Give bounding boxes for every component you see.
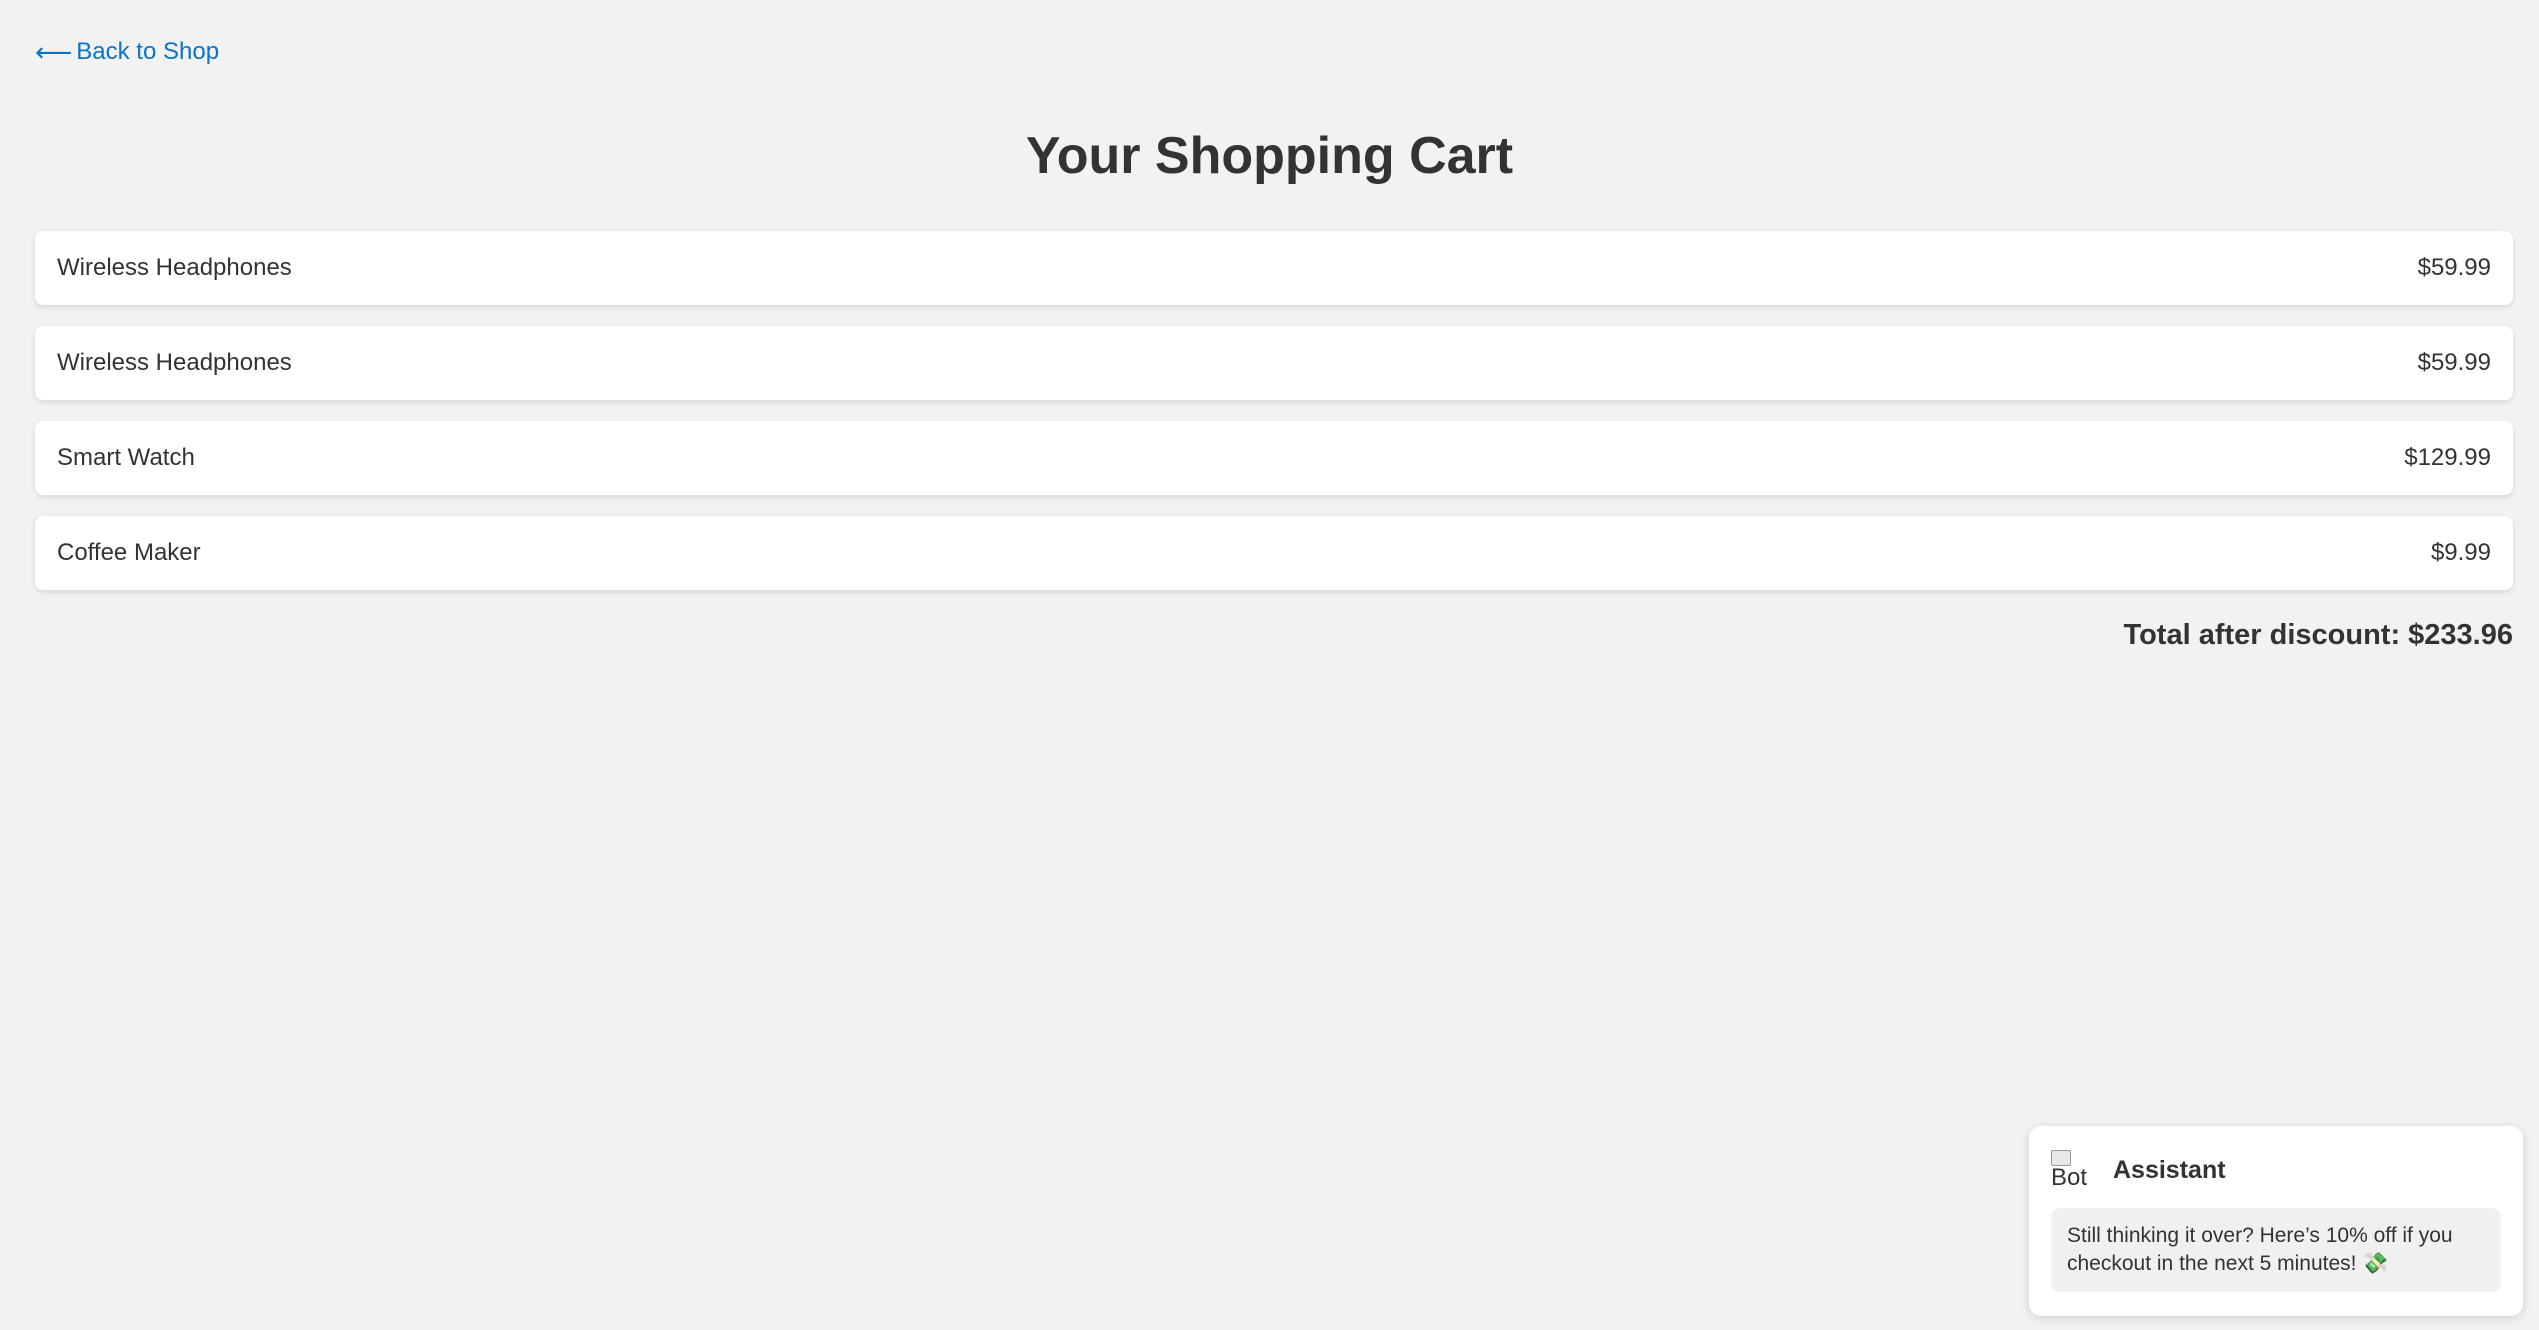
cart-item-price: $59.99 <box>2417 254 2491 281</box>
bot-avatar-alt: Bot <box>2051 1164 2088 1190</box>
cart-total: Total after discount: $233.96 <box>2123 619 2513 651</box>
assistant-name: Assistant <box>2113 1155 2226 1184</box>
cart-item-price: $59.99 <box>2417 349 2491 376</box>
cart-item: Smart Watch $129.99 <box>35 421 2513 495</box>
chat-header: Bot Assistant <box>2051 1150 2501 1190</box>
cart-item: Wireless Headphones $59.99 <box>35 231 2513 305</box>
chat-widget[interactable]: Bot Assistant Still thinking it over? He… <box>2029 1126 2523 1316</box>
cart-item: Wireless Headphones $59.99 <box>35 326 2513 400</box>
chat-message: Still thinking it over? Here’s 10% off i… <box>2051 1208 2501 1292</box>
cart-item-price: $129.99 <box>2404 444 2491 471</box>
page-title: Your Shopping Cart <box>1025 127 1514 185</box>
back-to-shop-link[interactable]: ⟵ Back to Shop <box>35 38 219 66</box>
cart-item-name: Wireless Headphones <box>57 254 292 281</box>
back-arrow-icon: ⟵ <box>35 37 73 67</box>
cart-page: ⟵ Back to Shop Your Shopping Cart Wirele… <box>0 0 2539 1330</box>
cart-list: Wireless Headphones $59.99 Wireless Head… <box>35 231 2513 611</box>
back-link-label: Back to Shop <box>76 38 220 65</box>
cart-item-name: Smart Watch <box>57 444 195 471</box>
cart-item-price: $9.99 <box>2430 539 2491 566</box>
cart-item-name: Wireless Headphones <box>57 349 292 376</box>
bot-avatar: Bot <box>2051 1150 2091 1190</box>
cart-item: Coffee Maker $9.99 <box>35 516 2513 590</box>
cart-item-name: Coffee Maker <box>57 539 201 566</box>
